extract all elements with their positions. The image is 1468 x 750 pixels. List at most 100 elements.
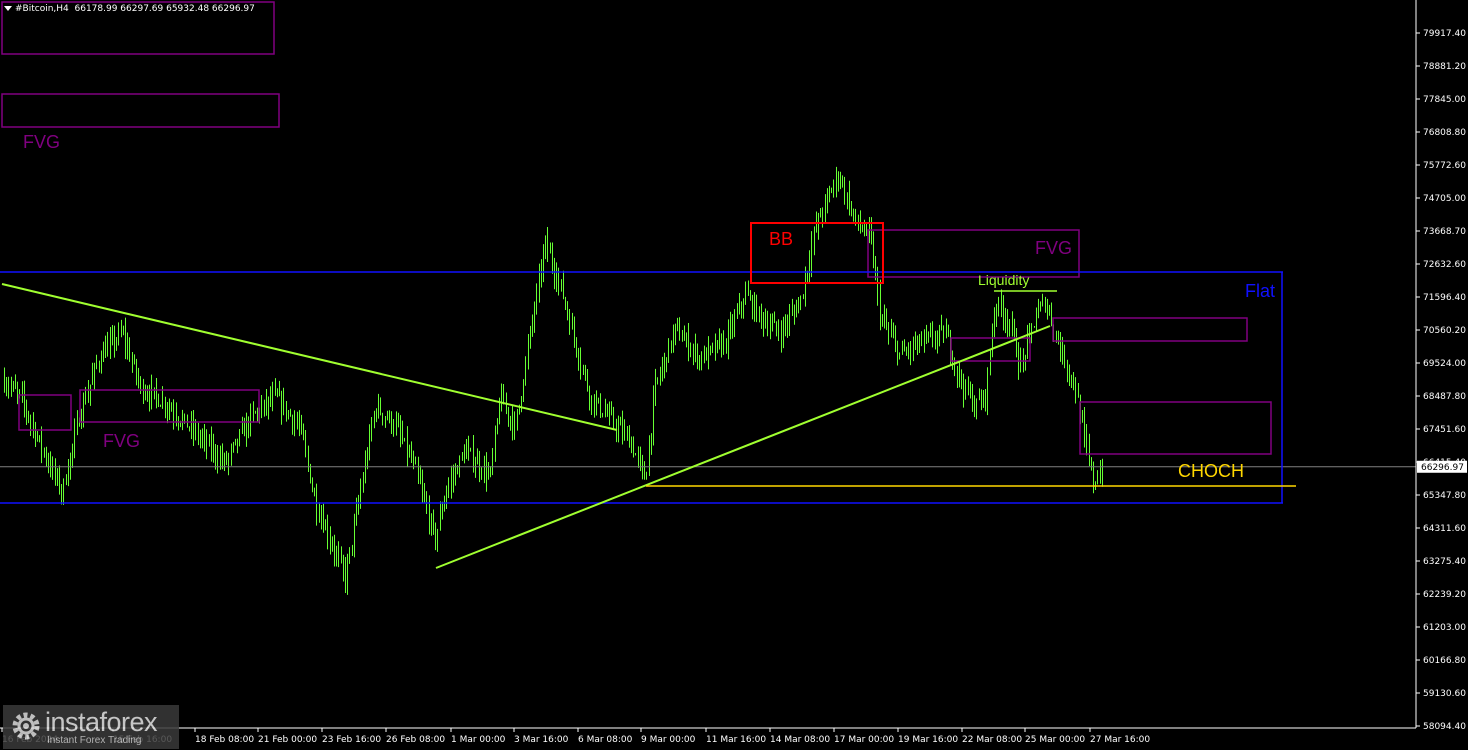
candle-body	[778, 329, 779, 334]
candle-body	[1007, 319, 1008, 326]
candle-body	[787, 324, 788, 326]
candle-body	[657, 378, 658, 380]
candle-body	[283, 401, 284, 412]
candle-body	[173, 410, 174, 416]
candle-body	[409, 452, 410, 455]
candle-body	[1060, 342, 1061, 355]
candle-body	[1003, 308, 1004, 320]
candle-body	[833, 184, 834, 193]
candle-body	[946, 331, 947, 339]
candle-body	[574, 324, 575, 339]
candle-body	[1014, 323, 1015, 335]
candle-body	[836, 174, 837, 185]
candle-body	[919, 336, 920, 345]
candle-body	[825, 199, 826, 215]
candle-body	[547, 238, 548, 252]
candle-body	[200, 437, 201, 439]
fvg-zone	[1052, 317, 1248, 342]
candle-body	[521, 396, 522, 405]
candle-body	[279, 394, 280, 396]
candle-body	[1047, 308, 1048, 310]
time-tick-label: 17 Mar 00:00	[834, 735, 894, 745]
candle-body	[994, 313, 995, 335]
price-chart[interactable]: FVG FVG FVG BB Liquidity Flat CHOCH 79917.40 78…	[0, 0, 1468, 750]
candle-body	[941, 327, 942, 329]
candle-body	[820, 215, 821, 217]
price-tick-label: 78881.20	[1423, 62, 1466, 72]
candle-body	[699, 356, 700, 363]
candle-body	[272, 393, 273, 401]
candle-body	[116, 340, 117, 346]
candle-body	[668, 340, 669, 363]
price-axis[interactable]: 79917.40 78881.20 77845.00 76808.80 75772.60…	[1415, 0, 1467, 732]
current-price-label: 66296.97	[1421, 463, 1464, 473]
candle-body	[624, 431, 625, 435]
fvg-zone	[1079, 401, 1272, 455]
candle-body	[1018, 356, 1019, 368]
time-axis[interactable]: 16 Feb 202415 Feb 16:0018 Feb 08:0021 Fe…	[0, 727, 1416, 745]
candle-body	[1062, 347, 1063, 355]
candle-body	[569, 314, 570, 329]
candle-body	[61, 489, 62, 494]
candle-body	[558, 279, 559, 283]
time-tick-label: 9 Mar 00:00	[641, 735, 696, 745]
candle-body	[761, 307, 762, 316]
candle-body	[767, 322, 768, 331]
candle-body	[204, 436, 205, 438]
candle-body	[849, 193, 850, 210]
candle-body	[28, 412, 29, 419]
candle-body	[607, 412, 608, 416]
candle-body	[554, 265, 555, 277]
candle-body	[514, 420, 515, 431]
dropdown-icon[interactable]	[4, 6, 12, 11]
candle-body	[1025, 356, 1026, 358]
candle-body	[596, 400, 597, 408]
candle-body	[684, 338, 685, 341]
candle-body	[910, 343, 911, 353]
candle-body	[429, 507, 430, 526]
candle-body	[404, 438, 405, 441]
candle-body	[662, 366, 663, 375]
time-tick-label: 25 Mar 00:00	[1025, 735, 1085, 745]
candle-body	[996, 307, 997, 314]
candle-body	[336, 552, 337, 555]
candle-body	[1089, 445, 1090, 460]
candle-body	[380, 403, 381, 414]
candle-body	[369, 432, 370, 456]
candle-body	[539, 274, 540, 290]
time-tick-label: 1 Mar 00:00	[451, 735, 506, 745]
candle-body	[745, 292, 746, 304]
candle-body	[706, 350, 707, 360]
candle-body	[818, 215, 819, 226]
candle-body	[191, 422, 192, 429]
candle-body	[528, 344, 529, 360]
candle-body	[783, 324, 784, 340]
candle-body	[371, 425, 372, 433]
price-tick-label: 59130.60	[1423, 689, 1466, 699]
candle-body	[1078, 394, 1079, 398]
candle-body	[734, 316, 735, 328]
candle-body	[376, 413, 377, 415]
candle-body	[347, 560, 348, 584]
candle-body	[629, 433, 630, 448]
candle-body	[77, 421, 78, 432]
candle-body	[398, 422, 399, 426]
candle-body	[297, 421, 298, 424]
candle-body	[165, 399, 166, 409]
candle-body	[1051, 311, 1052, 325]
candle-body	[400, 425, 401, 435]
candle-body	[341, 556, 342, 560]
candle-body	[231, 448, 232, 457]
price-tick-label: 69524.00	[1423, 359, 1466, 369]
candle-body	[847, 193, 848, 198]
candle-body	[1005, 319, 1006, 321]
candle-body	[860, 224, 861, 228]
candle-body	[888, 327, 889, 332]
candle-body	[866, 225, 867, 233]
candle-body	[387, 417, 388, 419]
price-tick-label: 65347.80	[1423, 491, 1466, 501]
candle-body	[1100, 472, 1101, 481]
candle-body	[800, 296, 801, 304]
candle-body	[475, 464, 476, 466]
candle-body	[1056, 333, 1057, 335]
